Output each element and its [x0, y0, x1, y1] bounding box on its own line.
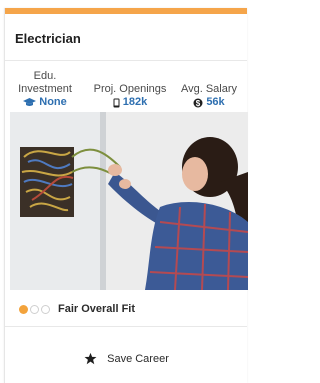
fit-dot-empty [30, 304, 39, 314]
career-title: Electrician [15, 31, 81, 46]
divider [5, 60, 247, 61]
star-icon [84, 352, 97, 365]
dollar-circle-icon: $ [193, 98, 203, 108]
stat-value: 182k [113, 96, 147, 109]
save-career-button[interactable]: Save Career [5, 352, 248, 365]
overall-fit: Fair Overall Fit [19, 303, 135, 315]
divider [5, 326, 247, 327]
stat-label: Edu. [33, 70, 57, 82]
fit-dot-empty [41, 304, 50, 314]
stat-value: $ 56k [193, 96, 225, 109]
save-career-label: Save Career [107, 352, 169, 365]
stat-projected-openings: Proj. Openings 182k [90, 83, 170, 112]
career-stats: Edu. Investment None Proj. Openings 182k [5, 70, 248, 116]
fit-label: Fair Overall Fit [58, 303, 136, 315]
career-photo [10, 112, 248, 290]
electrician-image [10, 112, 248, 290]
stat-value: None [23, 96, 67, 109]
stat-edu-investment: Edu. Investment None [17, 70, 73, 111]
career-card[interactable]: Electrician Edu. Investment None Proj. O… [4, 8, 248, 383]
stat-label: Avg. Salary [180, 83, 238, 95]
phone-icon [113, 98, 120, 107]
svg-text:$: $ [196, 99, 201, 108]
stat-label: Proj. Openings [93, 83, 167, 95]
stat-avg-salary: Avg. Salary $ 56k [173, 83, 245, 112]
accent-bar [5, 8, 247, 14]
stat-label: Investment [18, 83, 72, 95]
fit-dot-filled [19, 304, 28, 314]
graduation-cap-icon [23, 98, 37, 106]
